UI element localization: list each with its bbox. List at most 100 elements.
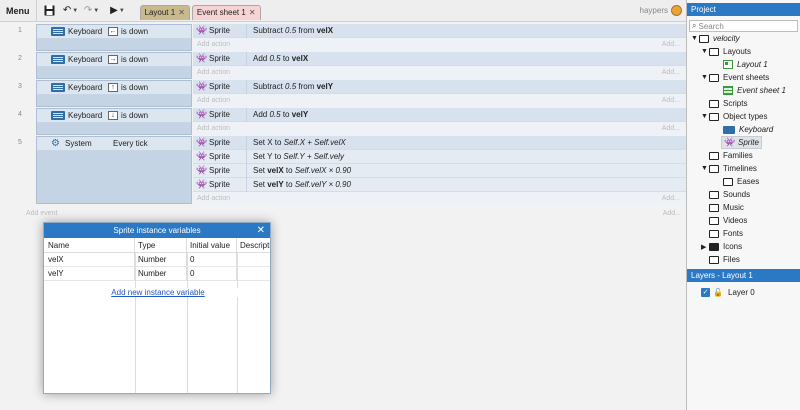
variable-initial[interactable]: 0 [187, 267, 237, 280]
tree-sprite[interactable]: 👾 Sprite [721, 136, 762, 149]
tree-layout-1[interactable]: Layout 1 [723, 58, 768, 71]
action-row[interactable]: 👾 Sprite Set velY to Self.velY × 0.90 [193, 177, 686, 192]
tree-files[interactable]: Files [709, 253, 740, 266]
save-icon[interactable] [42, 3, 58, 19]
column-header-name[interactable]: Name [44, 238, 135, 252]
layer-row[interactable]: ✓ 🔓 Layer 0 [687, 286, 800, 299]
variable-type[interactable]: Number [135, 253, 187, 266]
event-block[interactable]: 1 Keyboard ← is down 👾 Sprite Subtract 0… [0, 23, 686, 51]
expand-icon[interactable]: ▶ [701, 243, 709, 251]
search-bar[interactable]: ⌕ Search [689, 20, 798, 32]
action-row[interactable]: 👾 Sprite Set X to Self.X + Self.velX [193, 135, 686, 150]
close-icon[interactable]: ✕ [257, 223, 265, 238]
expand-icon[interactable]: ▼ [701, 165, 709, 172]
add-action-button[interactable]: Add action Add... [193, 94, 686, 107]
dialog-title-bar[interactable]: Sprite instance variables ✕ [44, 223, 270, 238]
play-icon[interactable]: ▶ ▼ [110, 3, 126, 19]
add-variable-link[interactable]: Add new instance variable [78, 288, 238, 297]
action-row[interactable]: 👾 Sprite Subtract 0.5 from velX [193, 23, 686, 38]
condition-row[interactable]: Keyboard ↑ is down [37, 81, 191, 95]
tree-families[interactable]: Families [709, 149, 753, 162]
lock-icon[interactable]: 🔓 [713, 288, 723, 297]
condition-block[interactable]: Keyboard ↑ is down [36, 80, 192, 107]
dialog-title: Sprite instance variables [113, 226, 201, 235]
condition-row[interactable]: Keyboard ↓ is down [37, 109, 191, 123]
keyboard-icon [51, 55, 65, 64]
event-block[interactable]: 3 Keyboard ↑ is down 👾 Sprite Subtract 0… [0, 79, 686, 107]
expand-icon[interactable]: ▼ [701, 113, 709, 120]
username: haypers [639, 6, 668, 15]
table-row[interactable]: velX Number 0 [44, 253, 270, 267]
event-block[interactable]: 5 ⚙ System Every tick 👾 Sprite Set X to … [0, 135, 686, 205]
condition-block[interactable]: Keyboard → is down [36, 52, 192, 79]
tree-eases[interactable]: Eases [723, 175, 759, 188]
column-header-description[interactable]: Description [237, 238, 270, 252]
action-row[interactable]: 👾 Sprite Set velX to Self.velX × 0.90 [193, 163, 686, 178]
event-number: 3 [18, 83, 22, 90]
expand-icon[interactable]: ▼ [701, 48, 709, 55]
tree-videos[interactable]: Videos [709, 214, 747, 227]
tab-event-sheet-1[interactable]: Event sheet 1 ✕ [191, 5, 261, 20]
add-action-button[interactable]: Add action Add... [193, 38, 686, 51]
condition-block[interactable]: Keyboard ↓ is down [36, 108, 192, 135]
variable-name[interactable]: velY [44, 267, 135, 280]
condition-object: System [65, 139, 92, 148]
event-block[interactable]: 4 Keyboard ↓ is down 👾 Sprite Add 0.5 to… [0, 107, 686, 135]
condition-row[interactable]: Keyboard ← is down [37, 25, 191, 39]
tree-timelines[interactable]: ▼ Timelines [701, 162, 757, 175]
visibility-checkbox[interactable]: ✓ [701, 288, 710, 297]
add-action-button[interactable]: Add action Add... [193, 66, 686, 79]
column-header-type[interactable]: Type [135, 238, 187, 252]
tree-scripts[interactable]: Scripts [709, 97, 747, 110]
tree-music[interactable]: Music [709, 201, 744, 214]
action-row[interactable]: 👾 Sprite Subtract 0.5 from velY [193, 79, 686, 94]
tree-keyboard[interactable]: Keyboard [723, 123, 773, 136]
variable-description[interactable] [237, 253, 270, 266]
tree-icons[interactable]: ▶ Icons [701, 240, 742, 253]
condition-block[interactable]: Keyboard ← is down [36, 24, 192, 51]
tree-event-sheets[interactable]: ▼ Event sheets [701, 71, 769, 84]
action-text: Add 0.5 to velX [253, 54, 309, 63]
tree-layouts[interactable]: ▼ Layouts [701, 45, 751, 58]
variable-initial[interactable]: 0 [187, 253, 237, 266]
add-event-short: Add... [662, 210, 681, 217]
condition-block[interactable]: ⚙ System Every tick [36, 136, 192, 204]
variable-description[interactable] [237, 267, 270, 280]
tree-root[interactable]: ▼ velocity [691, 32, 740, 45]
expand-icon[interactable]: ▼ [701, 74, 709, 81]
tree-fonts[interactable]: Fonts [709, 227, 743, 240]
action-row[interactable]: 👾 Sprite Add 0.5 to velY [193, 107, 686, 122]
column-header-initial-value[interactable]: Initial value [187, 238, 237, 252]
tree-sounds[interactable]: Sounds [709, 188, 750, 201]
close-icon[interactable]: ✕ [178, 6, 185, 20]
undo-icon[interactable]: ↶ ▼ [63, 3, 79, 19]
redo-icon[interactable]: ↷ ▼ [84, 3, 100, 19]
add-action-button[interactable]: Add action Add... [193, 122, 686, 135]
tree-object-types[interactable]: ▼ Object types [701, 110, 767, 123]
folder-icon [709, 229, 719, 238]
table-row[interactable]: velY Number 0 [44, 267, 270, 281]
action-row[interactable]: 👾 Sprite Add 0.5 to velX [193, 51, 686, 66]
close-icon[interactable]: ✕ [249, 6, 256, 20]
event-block[interactable]: 2 Keyboard → is down 👾 Sprite Add 0.5 to… [0, 51, 686, 79]
variable-name[interactable]: velX [44, 253, 135, 266]
add-event-button[interactable]: Add event Add... [26, 210, 681, 217]
condition-row[interactable]: ⚙ System Every tick [37, 137, 191, 151]
add-event-label: Add event [26, 210, 58, 217]
action-text: Set velY to Self.velY × 0.90 [253, 180, 351, 189]
actions-block: 👾 Sprite Subtract 0.5 from velY Add acti… [193, 79, 686, 107]
action-row[interactable]: 👾 Sprite Set Y to Self.Y + Self.vely [193, 149, 686, 164]
tab-layout-1[interactable]: Layout 1 ✕ [139, 5, 190, 20]
variable-type[interactable]: Number [135, 267, 187, 280]
condition-text: is down [121, 27, 149, 36]
sprite-icon: 👾 [196, 25, 208, 35]
action-text: Set X to Self.X + Self.velX [253, 138, 346, 147]
menu-button[interactable]: Menu [0, 0, 37, 22]
expand-icon[interactable]: ▼ [691, 35, 699, 42]
condition-row[interactable]: Keyboard → is down [37, 53, 191, 67]
tree-event-sheet-1[interactable]: Event sheet 1 [723, 84, 786, 97]
search-input[interactable]: Search [698, 22, 723, 31]
user-account[interactable]: haypers [640, 5, 682, 16]
add-action-button[interactable]: Add action Add... [193, 192, 686, 205]
avatar[interactable] [671, 5, 682, 16]
